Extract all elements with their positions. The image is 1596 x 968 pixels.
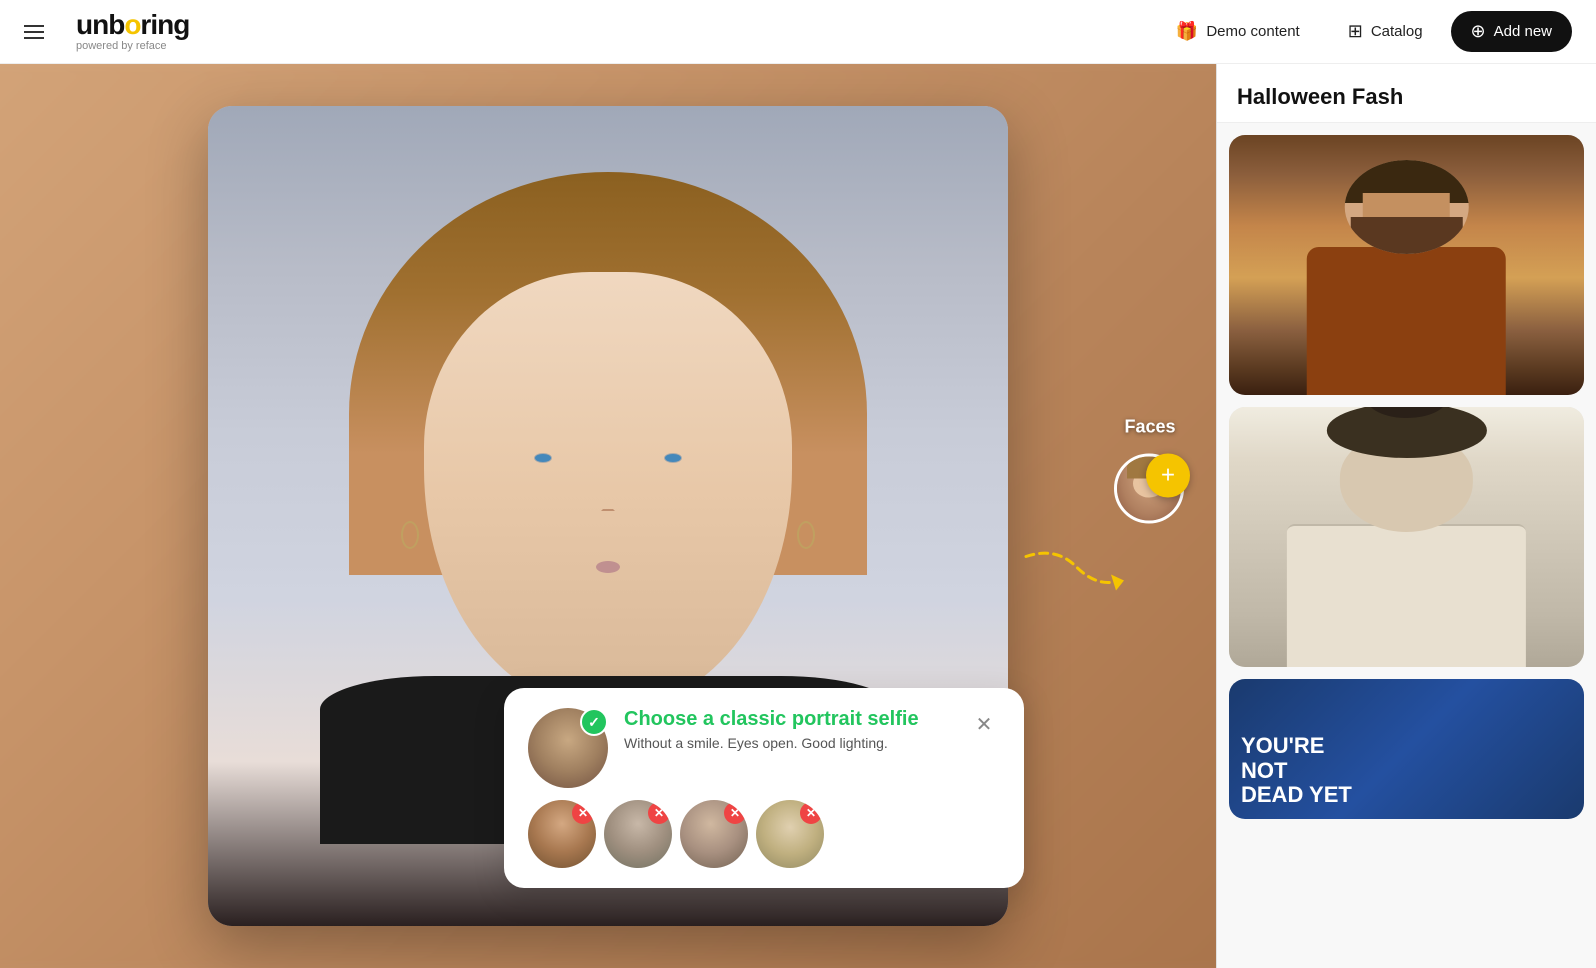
sidebar-card-blue[interactable]: YOU'RENOTDEAD YET xyxy=(1229,679,1584,819)
tooltip-avatar-wrap: ✓ xyxy=(528,708,608,788)
card-blue-text: YOU'RENOTDEAD YET xyxy=(1241,734,1352,807)
sidebar-card-vintage-image xyxy=(1229,407,1584,667)
sidebar-card-man[interactable] xyxy=(1229,135,1584,395)
nose xyxy=(601,491,615,511)
logo-text-unboring: unboring xyxy=(76,9,189,40)
man-figure xyxy=(1282,148,1531,395)
dashed-arrow xyxy=(1016,537,1136,622)
right-sidebar: Halloween Fash xyxy=(1216,64,1596,968)
nav-add-new-label: Add new xyxy=(1494,23,1552,40)
nav-demo-label: Demo content xyxy=(1206,23,1299,40)
sidebar-card-man-image xyxy=(1229,135,1584,395)
hamburger-menu[interactable] xyxy=(24,25,44,39)
content-area: Faces + xyxy=(0,64,1216,968)
tooltip-text: Choose a classic portrait selfie Without… xyxy=(624,708,952,751)
eye-right xyxy=(664,453,682,463)
nav-catalog-label: Catalog xyxy=(1371,23,1423,40)
vintage-figure xyxy=(1273,407,1539,667)
tooltip-subtitle: Without a smile. Eyes open. Good lightin… xyxy=(624,735,952,751)
main-image-container: Faces + xyxy=(0,64,1216,968)
catalog-icon: ⊞ xyxy=(1348,21,1363,42)
main-layout: Faces + xyxy=(0,64,1596,968)
tooltip-card: ✓ Choose a classic portrait selfie Witho… xyxy=(504,688,1024,888)
reject-icon-3: ✕ xyxy=(724,802,746,824)
main-nav: 🎁 Demo content ⊞ Catalog ⊕ Add new xyxy=(1156,11,1572,52)
nav-demo-content[interactable]: 🎁 Demo content xyxy=(1156,11,1320,52)
tooltip-header: ✓ Choose a classic portrait selfie Witho… xyxy=(528,708,1000,788)
lips xyxy=(596,561,620,573)
logo: unboring powered by reface xyxy=(76,11,189,52)
eye-left xyxy=(534,453,552,463)
sidebar-title: Halloween Fash xyxy=(1217,64,1596,123)
add-face-button[interactable]: + xyxy=(1146,453,1190,497)
bad-example-2: ✕ xyxy=(604,800,672,868)
logo-powered: powered by reface xyxy=(76,41,189,52)
app-header: unboring powered by reface 🎁 Demo conten… xyxy=(0,0,1596,64)
faces-label: Faces xyxy=(1124,416,1175,437)
eyes xyxy=(505,425,711,491)
card-blue-content: YOU'RENOTDEAD YET xyxy=(1241,734,1352,807)
earring-left xyxy=(401,521,419,549)
reject-icon-2: ✕ xyxy=(648,802,670,824)
tooltip-examples: ✕ ✕ ✕ ✕ xyxy=(528,800,1000,868)
sidebar-content: YOU'RENOTDEAD YET xyxy=(1217,123,1596,968)
bad-example-1: ✕ xyxy=(528,800,596,868)
sidebar-card-vintage[interactable] xyxy=(1229,407,1584,667)
tooltip-title: Choose a classic portrait selfie xyxy=(624,708,952,731)
nav-catalog[interactable]: ⊞ Catalog xyxy=(1328,11,1443,52)
check-badge: ✓ xyxy=(580,708,608,736)
face-thumbnail[interactable]: + xyxy=(1114,453,1186,525)
face-skin xyxy=(424,272,793,709)
gift-icon: 🎁 xyxy=(1176,21,1198,42)
faces-panel: Faces + xyxy=(1114,416,1186,525)
nav-add-new[interactable]: ⊕ Add new xyxy=(1451,11,1572,52)
plus-circle-icon: ⊕ xyxy=(1471,21,1486,42)
reject-icon-4: ✕ xyxy=(800,802,822,824)
tooltip-close-button[interactable]: ✕ xyxy=(968,708,1000,740)
reject-icon-1: ✕ xyxy=(572,802,594,824)
bad-example-4: ✕ xyxy=(756,800,824,868)
bad-example-3: ✕ xyxy=(680,800,748,868)
